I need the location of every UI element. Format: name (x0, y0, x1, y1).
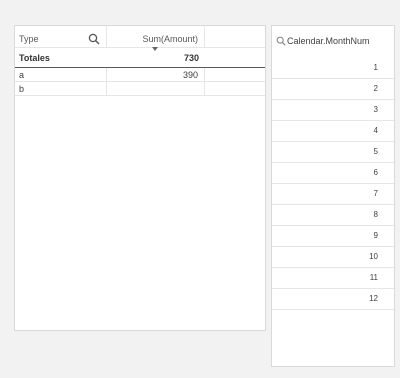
cell-type[interactable]: a (15, 68, 107, 81)
list-item[interactable]: 9 (272, 226, 394, 247)
list-item[interactable]: 6 (272, 163, 394, 184)
list-item[interactable]: 1 (272, 58, 394, 79)
column-header-sum-amount-label: Sum(Amount) (142, 34, 198, 44)
cell-empty (205, 68, 265, 81)
straight-table: Type Sum(Amount) Totales 730 a 390 b (14, 25, 266, 331)
list-item[interactable]: 12 (272, 289, 394, 310)
table-row: b (15, 82, 265, 96)
totals-label: Totales (19, 53, 50, 63)
table-row: a 390 (15, 68, 265, 82)
column-header-type[interactable]: Type (15, 26, 107, 47)
list-item[interactable]: 5 (272, 142, 394, 163)
list-item[interactable]: 7 (272, 184, 394, 205)
listbox-items: 1 2 3 4 5 6 7 8 9 10 11 12 (272, 58, 394, 310)
cell-sum-amount: 390 (107, 68, 205, 81)
list-item[interactable]: 10 (272, 247, 394, 268)
totals-value: 730 (183, 53, 199, 63)
column-header-sum-amount[interactable]: Sum(Amount) (107, 26, 205, 51)
listbox-calendar-monthnum: Calendar.MonthNum 1 2 3 4 5 6 7 8 9 10 11 12 (271, 25, 395, 367)
listbox-title[interactable]: Calendar.MonthNum (272, 26, 394, 50)
list-item[interactable]: 8 (272, 205, 394, 226)
cell-sum-amount (107, 82, 205, 95)
totals-row: Totales 730 (15, 48, 265, 68)
listbox-title-label: Calendar.MonthNum (287, 36, 370, 46)
list-item[interactable]: 11 (272, 268, 394, 289)
column-header-type-label: Type (19, 34, 39, 44)
list-item[interactable]: 3 (272, 100, 394, 121)
list-item[interactable]: 2 (272, 79, 394, 100)
list-item[interactable]: 4 (272, 121, 394, 142)
search-icon[interactable] (276, 36, 286, 46)
search-icon[interactable] (88, 33, 100, 45)
table-header-row: Type Sum(Amount) (15, 26, 265, 51)
cell-empty (205, 82, 265, 95)
cell-type[interactable]: b (15, 82, 107, 95)
column-header-empty (205, 26, 265, 47)
